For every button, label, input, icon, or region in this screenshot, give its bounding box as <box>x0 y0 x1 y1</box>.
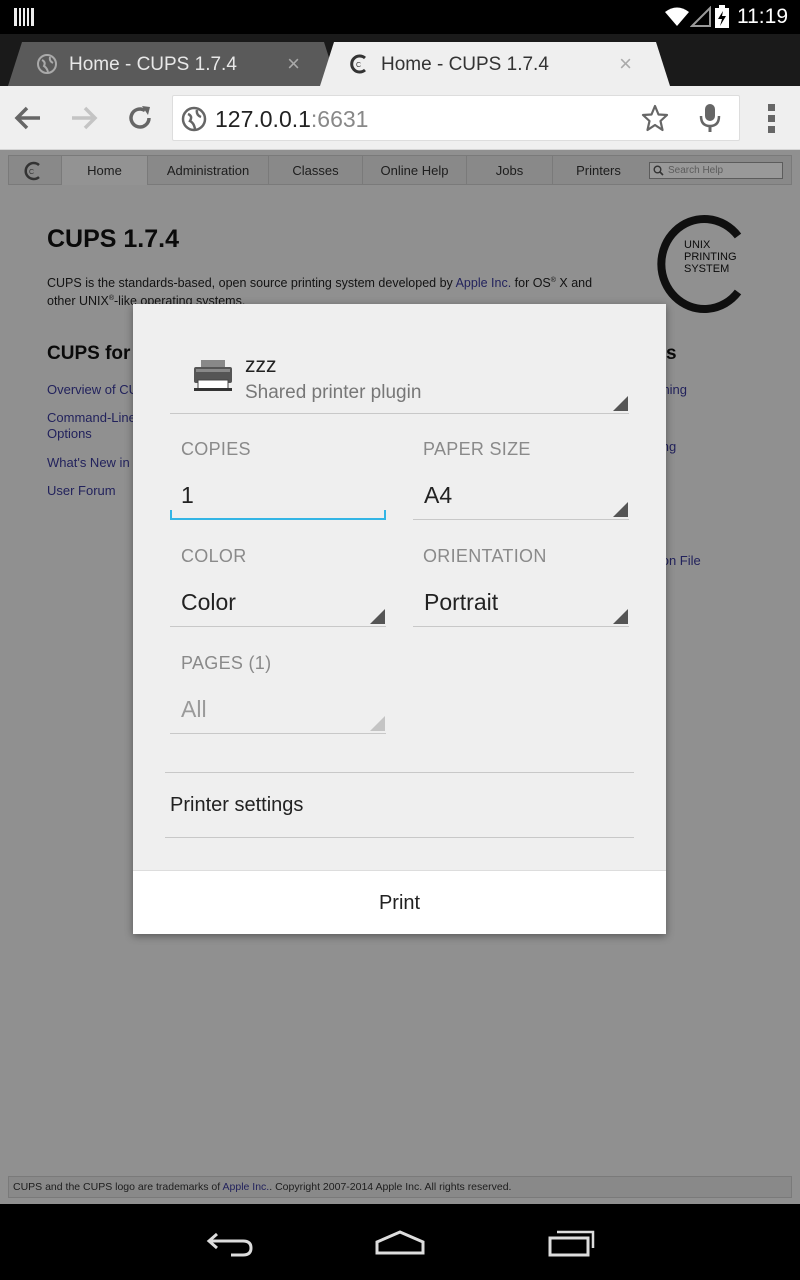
tab-home-cups-2[interactable]: C Home - CUPS 1.7.4 × <box>320 42 670 86</box>
print-button[interactable]: Print <box>133 870 666 934</box>
color-label: COLOR <box>181 546 247 566</box>
paper-size-select[interactable]: A4 <box>413 474 629 520</box>
orientation-label: ORIENTATION <box>423 546 547 566</box>
overflow-menu-icon[interactable] <box>762 102 780 134</box>
dropdown-arrow-icon <box>613 396 628 411</box>
clock: 11:19 <box>737 5 788 28</box>
color-select[interactable]: Color <box>170 581 386 627</box>
browser-tab-strip: Home - CUPS 1.7.4 × C Home - CUPS 1.7.4 … <box>0 34 800 86</box>
nav-home-icon[interactable] <box>374 1230 426 1256</box>
printer-subtitle: Shared printer plugin <box>245 382 422 403</box>
dropdown-arrow-icon <box>370 716 385 731</box>
battery-icon <box>715 5 729 28</box>
wifi-icon <box>665 7 689 26</box>
pages-select: All <box>170 688 386 734</box>
copies-input[interactable]: 1 <box>170 474 386 520</box>
divider <box>165 772 634 773</box>
printer-settings-button[interactable]: Printer settings <box>170 794 303 817</box>
orientation-select[interactable]: Portrait <box>413 581 629 627</box>
pages-label: PAGES (1) <box>181 653 272 673</box>
microphone-icon[interactable] <box>699 103 721 133</box>
tab-title: Home - CUPS 1.7.4 <box>69 54 237 75</box>
printer-name: zzz <box>245 354 277 377</box>
system-nav-bar <box>0 1204 800 1280</box>
print-dialog: zzz Shared printer plugin COPIES 1 PAPER… <box>133 304 666 934</box>
nav-back-icon[interactable] <box>205 1230 255 1258</box>
cups-icon: C <box>348 53 370 75</box>
star-icon[interactable] <box>641 104 669 132</box>
close-tab-icon[interactable]: × <box>287 51 300 77</box>
forward-arrow-icon[interactable] <box>68 102 100 134</box>
reload-icon[interactable] <box>124 102 156 134</box>
address-bar[interactable]: 127.0.0.1:6631 <box>172 95 740 141</box>
dropdown-arrow-icon <box>613 609 628 624</box>
url-text: 127.0.0.1:6631 <box>215 106 369 132</box>
dropdown-arrow-icon <box>613 502 628 517</box>
copies-label: COPIES <box>181 439 251 459</box>
dropdown-arrow-icon <box>370 609 385 624</box>
printer-selector[interactable]: zzz Shared printer plugin <box>170 346 629 414</box>
signal-icon <box>690 6 711 27</box>
globe-icon <box>36 53 58 75</box>
globe-icon <box>181 106 207 132</box>
tab-title: Home - CUPS 1.7.4 <box>381 54 549 75</box>
barcode-icon <box>14 8 34 26</box>
printer-icon <box>194 360 232 391</box>
svg-text:C: C <box>356 62 361 69</box>
browser-toolbar: 127.0.0.1:6631 <box>0 86 800 150</box>
tab-home-cups-1[interactable]: Home - CUPS 1.7.4 × <box>8 42 338 86</box>
back-arrow-icon[interactable] <box>12 102 44 134</box>
divider <box>165 837 634 838</box>
nav-recents-icon[interactable] <box>547 1230 597 1258</box>
close-tab-icon[interactable]: × <box>619 51 632 77</box>
paper-size-label: PAPER SIZE <box>423 439 531 459</box>
status-bar: 11:19 <box>0 0 800 34</box>
